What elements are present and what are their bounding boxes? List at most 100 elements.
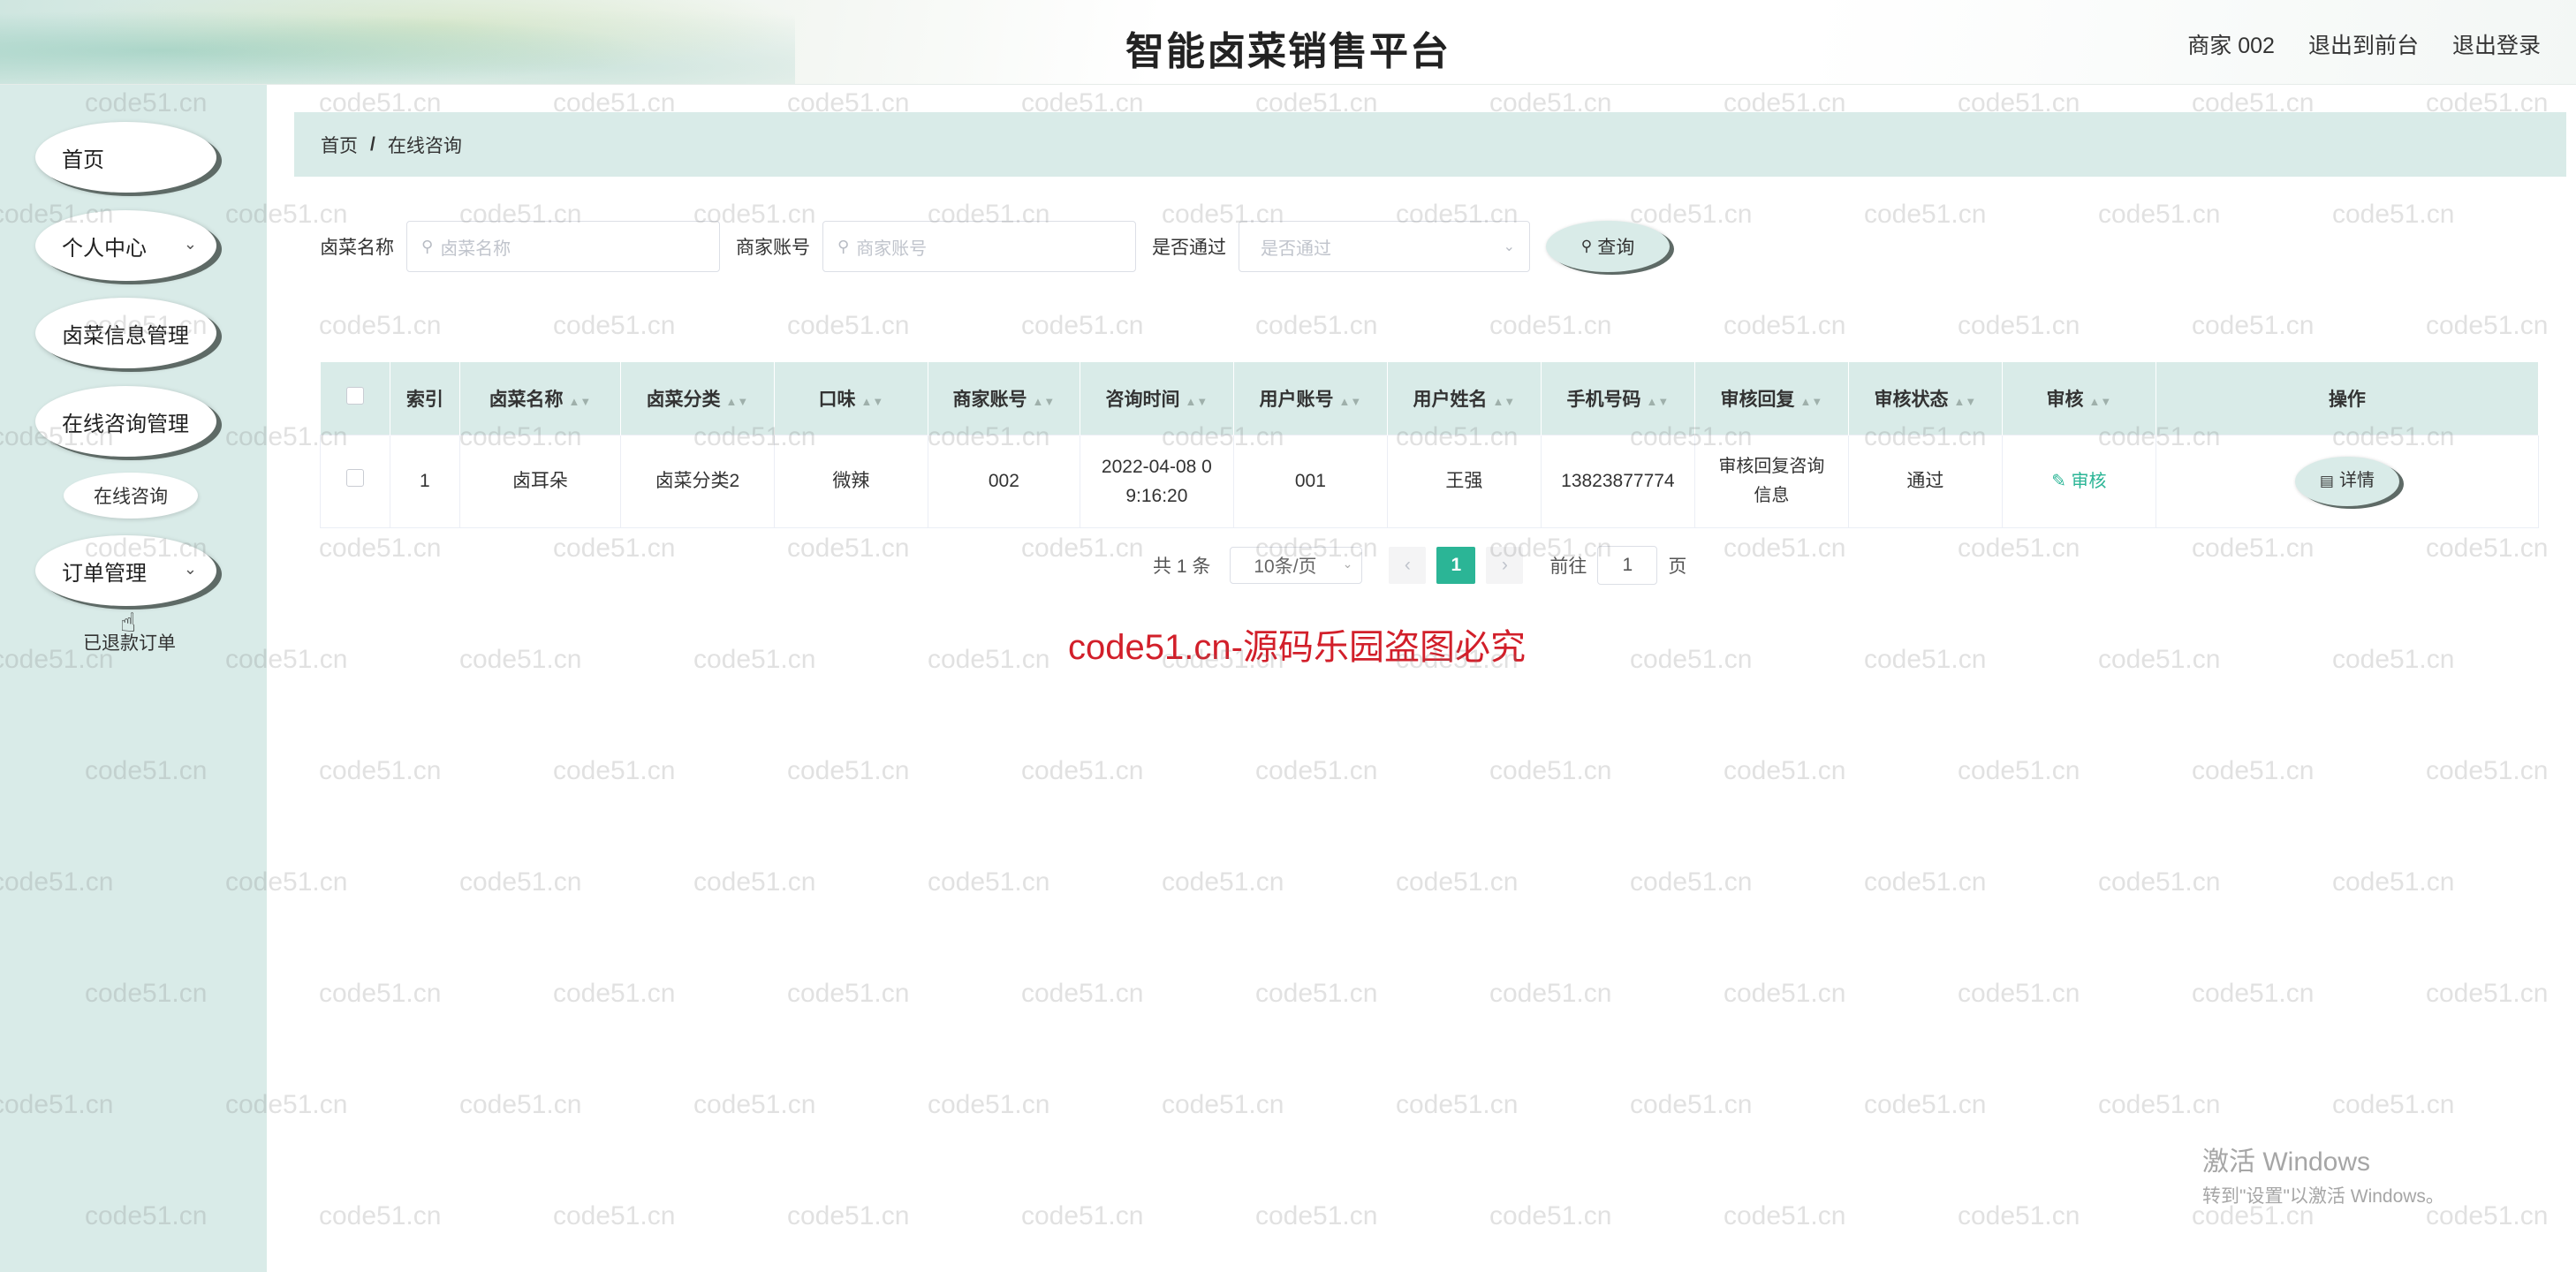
select-all-checkbox[interactable]	[345, 386, 364, 405]
merchant-account-placeholder: 商家账号	[856, 238, 928, 259]
column-header[interactable]: 卤菜名称 ▲▼	[459, 362, 621, 435]
sidebar-subitem-online-consult[interactable]: 在线咨询	[64, 473, 198, 519]
column-header[interactable]: 审核状态 ▲▼	[1848, 362, 2003, 435]
prev-page-button[interactable]: ‹	[1389, 547, 1427, 584]
sidebar-item-home[interactable]: 首页	[35, 122, 216, 193]
sort-icon[interactable]: ▲▼	[2089, 395, 2112, 408]
watermark-text: code51.cn	[1724, 1201, 1846, 1230]
cell-merchant-account: 002	[927, 434, 1080, 528]
table-row: 1 卤耳朵 卤菜分类2 微辣 002 2022-04-08 0 9:16:20 …	[320, 434, 2540, 528]
sort-icon[interactable]: ▲▼	[1800, 395, 1823, 408]
dish-name-input[interactable]: ⚲ 卤菜名称	[406, 221, 720, 272]
activation-line2: 转到"设置"以激活 Windows。	[2202, 1186, 2444, 1207]
row-select-cell	[320, 434, 390, 528]
page-size-select[interactable]: 10条/页 ⌄	[1230, 547, 1363, 584]
os-activation-watermark: 激活 Windows 转到"设置"以激活 Windows。	[2202, 1140, 2444, 1208]
goto-label: 前往	[1549, 556, 1587, 577]
column-header[interactable]: 咨询时间 ▲▼	[1080, 362, 1234, 435]
sidebar-item-order-management[interactable]: 订单管理 ⌄	[35, 535, 216, 606]
watermark-text: code51.cn	[1958, 1201, 2080, 1230]
column-header[interactable]: 用户姓名 ▲▼	[1387, 362, 1542, 435]
sidebar-item-label: 在线咨询	[94, 487, 168, 507]
watermark-text: code51.cn	[553, 534, 676, 563]
watermark-text: code51.cn	[2192, 979, 2315, 1008]
watermark-text: code51.cn	[1630, 867, 1753, 897]
watermark-text: code51.cn	[2098, 200, 2221, 229]
sidebar-item-label: 卤菜信息管理	[62, 323, 189, 348]
watermark-text: code51.cn	[459, 1090, 582, 1119]
watermark-text: code51.cn	[928, 867, 1050, 897]
page-size-value: 10条/页	[1254, 556, 1317, 577]
watermark-text: code51.cn	[1255, 311, 1378, 340]
query-button[interactable]: ⚲ 查询	[1546, 221, 1670, 272]
document-icon: ▤	[2319, 473, 2334, 489]
column-header[interactable]: 口味 ▲▼	[774, 362, 928, 435]
sort-icon[interactable]: ▲▼	[1186, 395, 1208, 408]
watermark-text: code51.cn	[787, 756, 910, 785]
pagination: 共 1 条 10条/页 ⌄ ‹ 1 › 前往 1 页	[1153, 546, 1686, 585]
watermark-text: code51.cn	[1489, 979, 1612, 1008]
audit-link[interactable]: ✎ 审核	[2051, 472, 2106, 491]
sort-icon[interactable]: ▲▼	[1493, 395, 1516, 408]
audit-reply-line2: 信息	[1754, 485, 1790, 505]
column-header[interactable]: 审核回复 ▲▼	[1694, 362, 1849, 435]
back-to-frontend-link[interactable]: 退出到前台	[2308, 28, 2419, 60]
column-header[interactable]: 用户账号 ▲▼	[1233, 362, 1388, 435]
watermark-text: code51.cn	[319, 1201, 442, 1230]
column-header[interactable]: 商家账号 ▲▼	[928, 362, 1080, 435]
watermark-text: code51.cn	[1489, 311, 1612, 340]
goto-page-input[interactable]: 1	[1597, 546, 1658, 585]
copyright-notice: code51.cn-源码乐园盗图必究	[1068, 628, 1526, 667]
row-checkbox[interactable]	[345, 469, 364, 487]
breadcrumb-home[interactable]: 首页	[321, 132, 358, 158]
sidebar-item-consult-management[interactable]: 在线咨询管理	[35, 386, 216, 457]
watermark-text: code51.cn	[1255, 1201, 1378, 1230]
watermark-text: code51.cn	[2426, 979, 2549, 1008]
watermark-text: code51.cn	[1724, 979, 1846, 1008]
watermark-text: code51.cn	[319, 979, 442, 1008]
sort-icon[interactable]: ▲▼	[1339, 395, 1362, 408]
sidebar-item-personal-center[interactable]: 个人中心 ⌄	[35, 210, 216, 281]
activation-line1: 激活 Windows	[2202, 1147, 2371, 1177]
detail-button[interactable]: ▤ 详情	[2294, 456, 2399, 506]
merchant-account-label: 商家账号	[736, 238, 810, 258]
sort-icon[interactable]: ▲▼	[1954, 395, 1977, 408]
cell-actions: ▤ 详情	[2155, 434, 2540, 528]
logout-link[interactable]: 退出登录	[2452, 28, 2541, 60]
consult-table: 索引 卤菜名称 ▲▼ 卤菜分类 ▲▼ 口味 ▲▼ 商家账号 ▲▼ 咨询时间 ▲▼ 用户账号…	[320, 362, 2540, 528]
cell-audit-reply: 审核回复咨询 信息	[1693, 434, 1849, 528]
sidebar-item-dish-info[interactable]: 卤菜信息管理	[35, 298, 216, 368]
sort-icon[interactable]: ▲▼	[726, 395, 749, 408]
column-header[interactable]: 审核 ▲▼	[2002, 362, 2156, 435]
sort-icon[interactable]: ▲▼	[1647, 395, 1670, 408]
watermark-text: code51.cn	[928, 1090, 1050, 1119]
merchant-account-link[interactable]: 商家 002	[2187, 28, 2275, 60]
chevron-down-icon: ⌄	[183, 235, 197, 253]
breadcrumb-current: 在线咨询	[387, 135, 462, 156]
watermark-text: code51.cn	[1724, 311, 1846, 340]
sort-icon[interactable]: ▲▼	[568, 395, 591, 408]
cell-category: 卤菜分类2	[619, 434, 775, 528]
pass-status-select[interactable]: 是否通过 ⌄	[1239, 221, 1530, 272]
merchant-account-input[interactable]: ⚲ 商家账号	[822, 221, 1136, 272]
column-header[interactable]: 手机号码 ▲▼	[1541, 362, 1695, 435]
watermark-text: code51.cn	[1489, 756, 1612, 785]
page-number-button[interactable]: 1	[1436, 547, 1476, 584]
chevron-right-icon: ›	[1501, 555, 1508, 575]
watermark-text: code51.cn	[2332, 1090, 2455, 1119]
cell-phone: 13823877774	[1540, 434, 1695, 528]
watermark-text: code51.cn	[1021, 1201, 1144, 1230]
watermark-text: code51.cn	[1255, 979, 1378, 1008]
column-header[interactable]: 卤菜分类 ▲▼	[620, 362, 775, 435]
select-all-header	[320, 362, 390, 435]
next-page-button[interactable]: ›	[1486, 547, 1524, 584]
sidebar-item-label: 首页	[62, 148, 104, 172]
watermark-text: code51.cn	[459, 867, 582, 897]
sort-icon[interactable]: ▲▼	[861, 395, 884, 408]
chevron-down-icon: ⌄	[1342, 556, 1353, 571]
watermark-text: code51.cn	[2426, 311, 2549, 340]
dish-name-label: 卤菜名称	[320, 238, 394, 258]
watermark-text: code51.cn	[2426, 756, 2549, 785]
sort-icon[interactable]: ▲▼	[1033, 395, 1056, 408]
search-icon: ⚲	[1580, 238, 1593, 254]
